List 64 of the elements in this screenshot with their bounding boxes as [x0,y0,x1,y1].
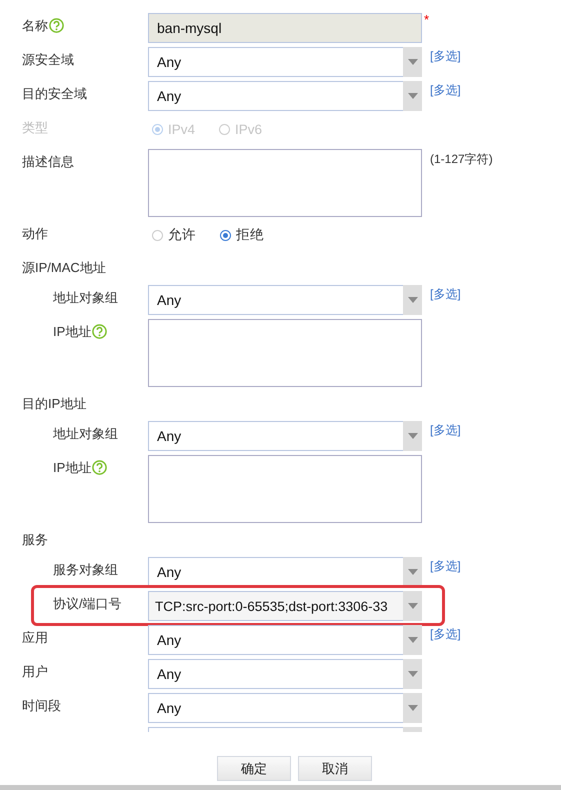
dropdown-button[interactable] [403,693,422,723]
text-area[interactable] [148,149,422,217]
dropdown-field[interactable]: Any [148,557,422,587]
radio-button[interactable]: 拒绝 [220,226,264,244]
section-label: 服务 [22,531,48,549]
section-label: 目的IP地址 [22,395,86,413]
multi-select-link[interactable]: [多选] [430,81,461,99]
dropdown-field[interactable]: Any [148,47,422,77]
field-label: 服务对象组 [53,561,118,579]
caret-icon [408,603,418,609]
caret-icon [408,671,418,677]
dropdown-button[interactable] [403,285,422,315]
field-label: 描述信息 [22,153,74,171]
text-area[interactable] [148,455,422,523]
field-label: 地址对象组 [53,425,118,443]
help-icon[interactable] [92,460,108,475]
field-label: 用户 [22,663,48,681]
dropdown-button[interactable] [403,421,422,451]
dropdown-button[interactable] [403,81,422,111]
multi-select-link[interactable]: [多选] [430,47,461,65]
radio-button[interactable]: 允许 [152,226,196,244]
dropdown-field[interactable]: Any [148,421,422,451]
field-label: 时间段 [22,697,61,715]
field-label: 动作 [22,225,48,243]
field-label: 名称 [22,17,48,35]
field-label: 应用 [22,629,48,647]
field-label: 协议/端口号 [53,595,122,613]
dropdown-button[interactable] [403,591,422,621]
caret-icon [408,59,418,65]
field-label: 源安全域 [22,51,74,69]
caret-icon [408,297,418,303]
caret-icon [408,569,418,575]
required-mark: * [424,13,430,27]
dialog-button[interactable]: 确定 [217,756,291,781]
caret-icon [408,705,418,711]
dialog-button[interactable]: 取消 [298,756,372,781]
dropdown-button[interactable] [403,47,422,77]
multi-select-link[interactable]: [多选] [430,285,461,303]
field-label: IP地址 [53,459,92,477]
field-label: 类型 [22,119,48,137]
help-icon[interactable] [92,324,108,339]
caret-icon [408,637,418,643]
hint-text: (1-127字符) [430,151,493,168]
field-label: IP地址 [53,323,92,341]
dropdown-field[interactable]: Any [148,659,422,689]
dropdown-field[interactable]: Any [148,285,422,315]
help-icon[interactable] [49,18,64,33]
multi-select-link[interactable]: [多选] [430,421,461,439]
multi-select-link[interactable]: [多选] [430,557,461,575]
dropdown-field[interactable]: TCP:src-port:0-65535;dst-port:3306-33 [148,591,422,621]
dropdown-button[interactable] [403,659,422,689]
name-field[interactable]: ban-mysql [148,13,422,43]
multi-select-link[interactable]: [多选] [430,625,461,643]
field-label: 地址对象组 [53,289,118,307]
dropdown-button[interactable] [403,625,422,655]
dropdown-field[interactable]: Any [148,693,422,723]
dropdown-button[interactable] [403,557,422,587]
caret-icon [408,433,418,439]
caret-icon [408,93,418,99]
text-area[interactable] [148,319,422,387]
dropdown-field[interactable]: Any [148,625,422,655]
field-label: 目的安全域 [22,85,87,103]
section-label: 源IP/MAC地址 [22,259,106,277]
dropdown-field[interactable]: Any [148,81,422,111]
